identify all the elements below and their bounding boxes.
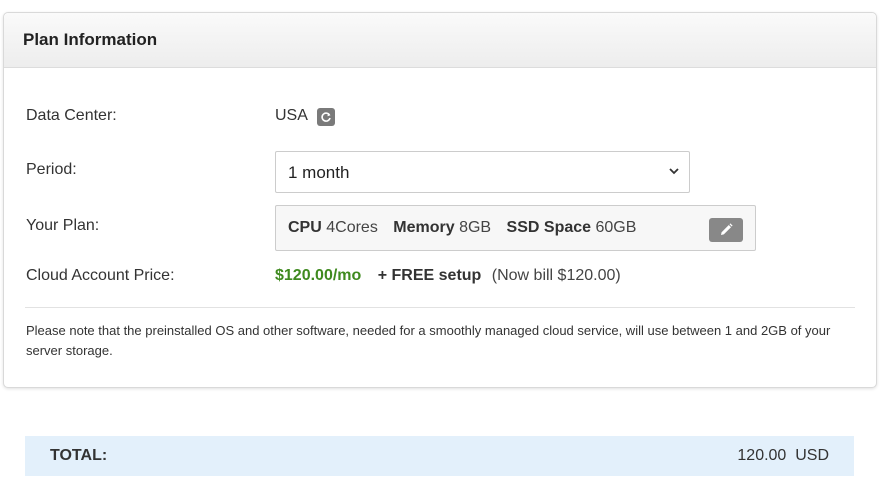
data-center-value: USA bbox=[275, 107, 308, 124]
bill-text: (Now bill $120.00) bbox=[491, 267, 621, 284]
period-label: Period: bbox=[26, 161, 77, 178]
price-label: Cloud Account Price: bbox=[26, 267, 175, 284]
storage-note: Please note that the preinstalled OS and… bbox=[26, 323, 831, 358]
ssd-value: 60GB bbox=[595, 219, 637, 236]
price-value-wrap: $120.00/mo + FREE setup (Now bill $120.0… bbox=[275, 267, 621, 285]
period-selected-value: 1 month bbox=[288, 163, 350, 182]
total-bar: TOTAL: 120.00 USD bbox=[25, 436, 854, 476]
data-center-value-wrap: USA bbox=[275, 107, 336, 126]
plan-summary-box: CPU 4Cores Memory 8GB SSD Space 60GB bbox=[275, 205, 756, 251]
cpu-value: 4Cores bbox=[326, 219, 378, 236]
panel-title: Plan Information bbox=[4, 13, 876, 68]
plan-information-panel: Plan Information Data Center: USA Period… bbox=[3, 12, 877, 388]
total-label: TOTAL: bbox=[50, 447, 108, 464]
ssd-label: SSD Space bbox=[506, 219, 592, 236]
refresh-icon[interactable] bbox=[317, 108, 336, 126]
memory-value: 8GB bbox=[459, 219, 492, 236]
cpu-label: CPU bbox=[288, 219, 322, 236]
plan-ssd: SSD Space 60GB bbox=[507, 219, 637, 236]
price-amount: $120.00/mo bbox=[275, 267, 362, 284]
free-setup: + FREE setup bbox=[377, 267, 482, 284]
total-value: 120.00 USD bbox=[737, 447, 829, 464]
chevron-down-icon bbox=[669, 168, 679, 175]
period-select[interactable]: 1 month bbox=[275, 151, 690, 193]
divider bbox=[25, 307, 855, 308]
plan-cpu: CPU 4Cores bbox=[288, 219, 378, 236]
plan-memory: Memory 8GB bbox=[393, 219, 491, 236]
plan-label: Your Plan: bbox=[26, 217, 100, 234]
edit-plan-button[interactable] bbox=[709, 218, 743, 242]
data-center-label: Data Center: bbox=[26, 107, 117, 124]
memory-label: Memory bbox=[393, 219, 455, 236]
pencil-icon bbox=[721, 223, 733, 235]
